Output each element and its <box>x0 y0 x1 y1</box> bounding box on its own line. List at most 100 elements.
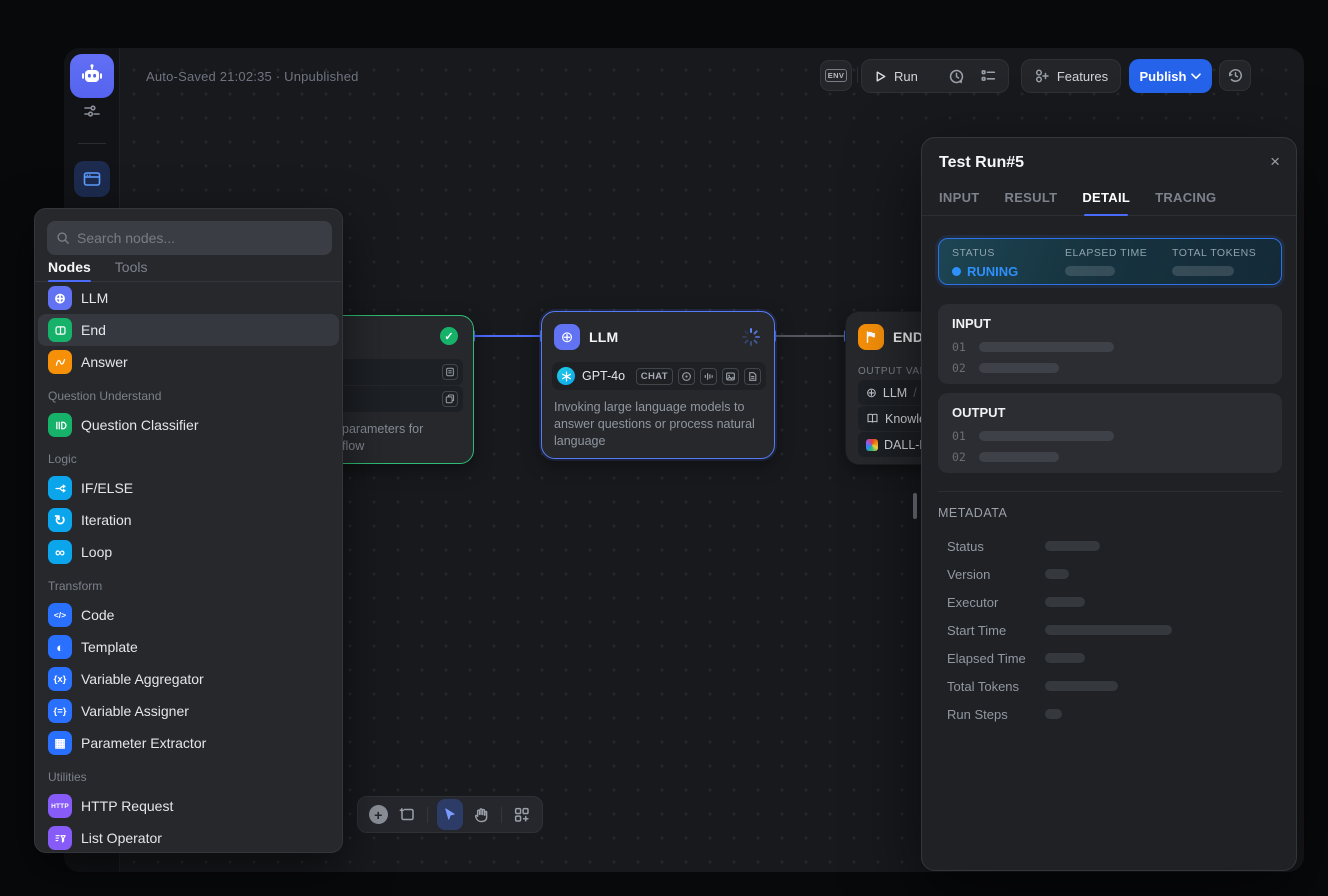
panel-resize-handle[interactable] <box>913 493 917 519</box>
audio-capability-icon <box>700 368 717 385</box>
hand-tool-button[interactable] <box>469 802 491 828</box>
app-logo-robot-icon[interactable] <box>70 54 114 98</box>
metadata-skeleton <box>1045 541 1100 551</box>
row-number: 01 <box>952 429 966 443</box>
palette-tabs: Nodes Tools <box>35 259 342 282</box>
input-title: INPUT <box>952 316 1268 331</box>
node-item-question-classifier[interactable]: Question Classifier <box>35 409 342 441</box>
node-item-template[interactable]: ◐ Template <box>35 631 342 663</box>
version-history-button[interactable] <box>1219 60 1251 91</box>
vision-capability-icon <box>678 368 695 385</box>
node-item-label: Loop <box>81 544 112 560</box>
variable-assigner-icon: {=} <box>48 699 72 723</box>
close-icon[interactable]: × <box>1270 152 1280 172</box>
node-item-code[interactable]: </> Code <box>35 599 342 631</box>
run-button[interactable]: Run <box>874 69 918 84</box>
node-item-label: End <box>81 322 106 338</box>
edge-start-to-llm <box>474 335 541 337</box>
field-doc-icon <box>442 364 458 380</box>
var-separator: / <box>913 386 916 400</box>
chat-mode-badge: CHAT <box>636 368 673 385</box>
node-item-answer[interactable]: Answer <box>35 346 342 378</box>
metadata-skeleton <box>1045 569 1069 579</box>
chevron-down-icon <box>1191 73 1201 80</box>
row-number: 02 <box>952 450 966 464</box>
node-item-variable-aggregator[interactable]: {x} Variable Aggregator <box>35 663 342 695</box>
metadata-label: Total Tokens <box>938 679 1045 694</box>
node-search-panel: Nodes Tools ⊕ LLM End Answer Question Un… <box>34 208 343 853</box>
question-classifier-icon <box>48 413 72 437</box>
node-item-label: List Operator <box>81 830 162 846</box>
metadata-label: Version <box>938 567 1045 582</box>
node-item-label: IF/ELSE <box>81 480 133 496</box>
node-item-loop[interactable]: ∞ Loop <box>35 536 342 568</box>
tab-tools[interactable]: Tools <box>115 259 148 281</box>
total-tokens-skeleton <box>1172 266 1234 276</box>
node-item-variable-assigner[interactable]: {=} Variable Assigner <box>35 695 342 727</box>
preview-window-icon[interactable] <box>74 161 110 197</box>
model-selector[interactable]: GPT-4o CHAT <box>552 362 766 390</box>
features-button[interactable]: Features <box>1021 59 1121 93</box>
metadata-row: Version <box>938 560 1282 588</box>
metadata-row: Run Steps <box>938 700 1282 728</box>
node-item-label: Iteration <box>81 512 132 528</box>
tab-input[interactable]: INPUT <box>939 190 980 205</box>
iteration-icon: ↻ <box>48 508 72 532</box>
node-item-llm[interactable]: ⊕ LLM <box>35 282 342 314</box>
run-history-clock-icon[interactable] <box>948 68 965 85</box>
canvas-toolbar: + <box>357 796 543 833</box>
node-item-label: HTTP Request <box>81 798 173 814</box>
row-number: 02 <box>952 361 966 375</box>
organize-nodes-button[interactable] <box>511 802 533 828</box>
output-skeleton <box>979 452 1059 462</box>
template-icon: ◐ <box>48 635 72 659</box>
node-item-list-operator[interactable]: List Operator <box>35 822 342 853</box>
end-icon <box>48 318 72 342</box>
autosave-status: Auto-Saved 21:02:35 · Unpublished <box>146 69 359 84</box>
env-variables-button[interactable]: ENV <box>820 60 852 91</box>
metadata-row: Total Tokens <box>938 672 1282 700</box>
test-run-panel: Test Run#5 × INPUT RESULT DETAIL TRACING… <box>921 137 1297 871</box>
running-spinner-icon <box>741 327 761 347</box>
pointer-tool-button-active[interactable] <box>437 799 464 830</box>
total-tokens-label: TOTAL TOKENS <box>1172 247 1256 259</box>
metadata-label: Elapsed Time <box>938 651 1045 666</box>
elapsed-time-skeleton <box>1065 266 1115 276</box>
play-icon <box>874 70 887 83</box>
llm-node[interactable]: ⊕ LLM <box>541 311 775 459</box>
tab-result[interactable]: RESULT <box>1005 190 1058 205</box>
checklist-icon[interactable] <box>980 68 997 85</box>
llm-var-icon: ⊕ <box>866 385 877 401</box>
publish-button[interactable]: Publish <box>1129 59 1212 93</box>
node-item-end[interactable]: End <box>38 314 339 346</box>
features-label: Features <box>1057 69 1108 84</box>
llm-node-description: Invoking large language models to answer… <box>554 399 766 450</box>
search-box[interactable] <box>47 221 332 255</box>
node-item-label: Variable Aggregator <box>81 671 204 687</box>
output-title: OUTPUT <box>952 405 1268 420</box>
add-note-button[interactable] <box>395 802 417 828</box>
model-name: GPT-4o <box>580 369 631 383</box>
tab-tracing[interactable]: TRACING <box>1155 190 1216 205</box>
code-icon: </> <box>48 603 72 627</box>
sliders-icon[interactable] <box>82 101 102 121</box>
node-item-iteration[interactable]: ↻ Iteration <box>35 504 342 536</box>
tab-detail[interactable]: DETAIL <box>1082 190 1130 205</box>
node-item-label: Question Classifier <box>81 417 199 433</box>
node-item-if-else[interactable]: IF/ELSE <box>35 472 342 504</box>
search-input[interactable] <box>77 230 323 246</box>
input-card: INPUT 01 02 <box>938 304 1282 384</box>
topbar-divider <box>857 67 858 83</box>
llm-node-title: LLM <box>589 329 618 345</box>
env-icon: ENV <box>825 69 848 82</box>
metadata-label: Run Steps <box>938 707 1045 722</box>
tab-nodes[interactable]: Nodes <box>48 259 91 281</box>
knowledge-book-icon <box>866 412 879 425</box>
add-node-button[interactable]: + <box>367 802 389 828</box>
status-value: RUNING <box>952 264 1065 279</box>
node-item-http-request[interactable]: HTTP HTTP Request <box>35 790 342 822</box>
row-number: 01 <box>952 340 966 354</box>
node-item-label: Code <box>81 607 114 623</box>
node-item-label: Parameter Extractor <box>81 735 206 751</box>
node-item-parameter-extractor[interactable]: ▦ Parameter Extractor <box>35 727 342 759</box>
